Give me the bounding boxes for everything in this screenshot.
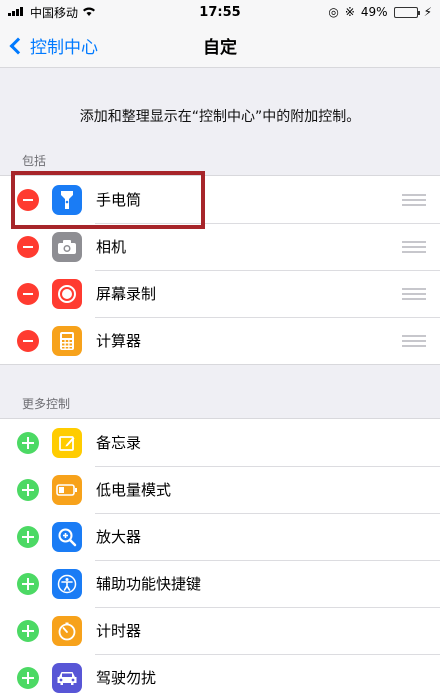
remove-button[interactable] xyxy=(17,235,39,258)
add-button[interactable] xyxy=(17,572,39,595)
signal-icon xyxy=(8,5,26,19)
add-button[interactable] xyxy=(17,666,39,689)
charging-icon: ⚡ xyxy=(423,5,432,19)
wifi-icon xyxy=(82,5,96,19)
remove-button[interactable] xyxy=(17,188,39,211)
add-button[interactable] xyxy=(17,478,39,501)
battery-icon xyxy=(393,6,420,18)
item-label: 低电量模式 xyxy=(96,481,172,499)
navigation-bar: 控制中心 自定 xyxy=(0,24,440,68)
add-button[interactable] xyxy=(17,525,39,548)
drag-handle-icon[interactable] xyxy=(402,240,426,253)
add-button[interactable] xyxy=(17,431,39,454)
item-label: 相机 xyxy=(96,238,127,256)
list-item[interactable]: 手电筒 xyxy=(0,176,440,223)
drag-handle-icon[interactable] xyxy=(402,334,426,347)
list-item[interactable]: 计时器 xyxy=(0,607,440,654)
flashlight-icon xyxy=(52,184,82,215)
chevron-left-icon xyxy=(9,37,27,54)
item-label: 计算器 xyxy=(96,332,142,350)
remove-button[interactable] xyxy=(17,282,39,305)
back-label: 控制中心 xyxy=(30,38,98,58)
magnifier-icon xyxy=(52,521,82,552)
back-button[interactable]: 控制中心 xyxy=(0,33,98,58)
section-header-included: 包括 xyxy=(22,154,47,168)
drag-handle-icon[interactable] xyxy=(402,287,426,300)
battery-percent: 49% xyxy=(360,5,388,19)
low-power-icon xyxy=(52,474,82,505)
calculator-icon xyxy=(52,325,82,356)
included-list: 手电筒相机屏幕录制计算器 xyxy=(0,175,440,365)
item-label: 手电筒 xyxy=(96,191,142,209)
drag-handle-icon[interactable] xyxy=(402,193,426,206)
camera-icon xyxy=(52,231,82,262)
add-button[interactable] xyxy=(17,619,39,642)
remove-button[interactable] xyxy=(17,329,39,352)
carrier-label: 中国移动 xyxy=(30,5,79,20)
item-label: 屏幕录制 xyxy=(96,285,157,303)
list-item[interactable]: 计算器 xyxy=(0,317,440,364)
item-label: 放大器 xyxy=(96,528,142,546)
list-item[interactable]: 备忘录 xyxy=(0,419,440,466)
item-label: 驾驶勿扰 xyxy=(96,669,157,687)
description-text: 添加和整理显示在“控制中心”中的附加控制。 xyxy=(79,109,361,125)
status-bar: 中国移动 17:55 ◎ ※ 49% ⚡ xyxy=(0,0,440,24)
list-item[interactable]: 相机 xyxy=(0,223,440,270)
item-label: 辅助功能快捷键 xyxy=(96,575,202,593)
accessibility-icon xyxy=(52,568,82,599)
list-item[interactable]: 驾驶勿扰 xyxy=(0,654,440,697)
screen-record-icon xyxy=(52,278,82,309)
car-icon xyxy=(52,662,82,693)
section-header-more: 更多控制 xyxy=(22,397,71,411)
item-label: 备忘录 xyxy=(96,434,142,452)
list-item[interactable]: 放大器 xyxy=(0,513,440,560)
status-left: 中国移动 xyxy=(8,4,96,21)
status-right: ◎ ※ 49% ⚡ xyxy=(328,5,432,19)
list-item[interactable]: 屏幕录制 xyxy=(0,270,440,317)
more-controls-list: 备忘录低电量模式放大器辅助功能快捷键 计时器驾驶勿扰 xyxy=(0,418,440,697)
list-item[interactable]: 辅助功能快捷键 xyxy=(0,560,440,607)
notes-icon xyxy=(52,427,82,458)
orientation-lock-icon: ◎ xyxy=(328,5,339,19)
timer-icon xyxy=(52,615,82,646)
bluetooth-icon: ※ xyxy=(344,5,355,19)
item-label: 计时器 xyxy=(96,622,142,640)
list-item[interactable]: 低电量模式 xyxy=(0,466,440,513)
